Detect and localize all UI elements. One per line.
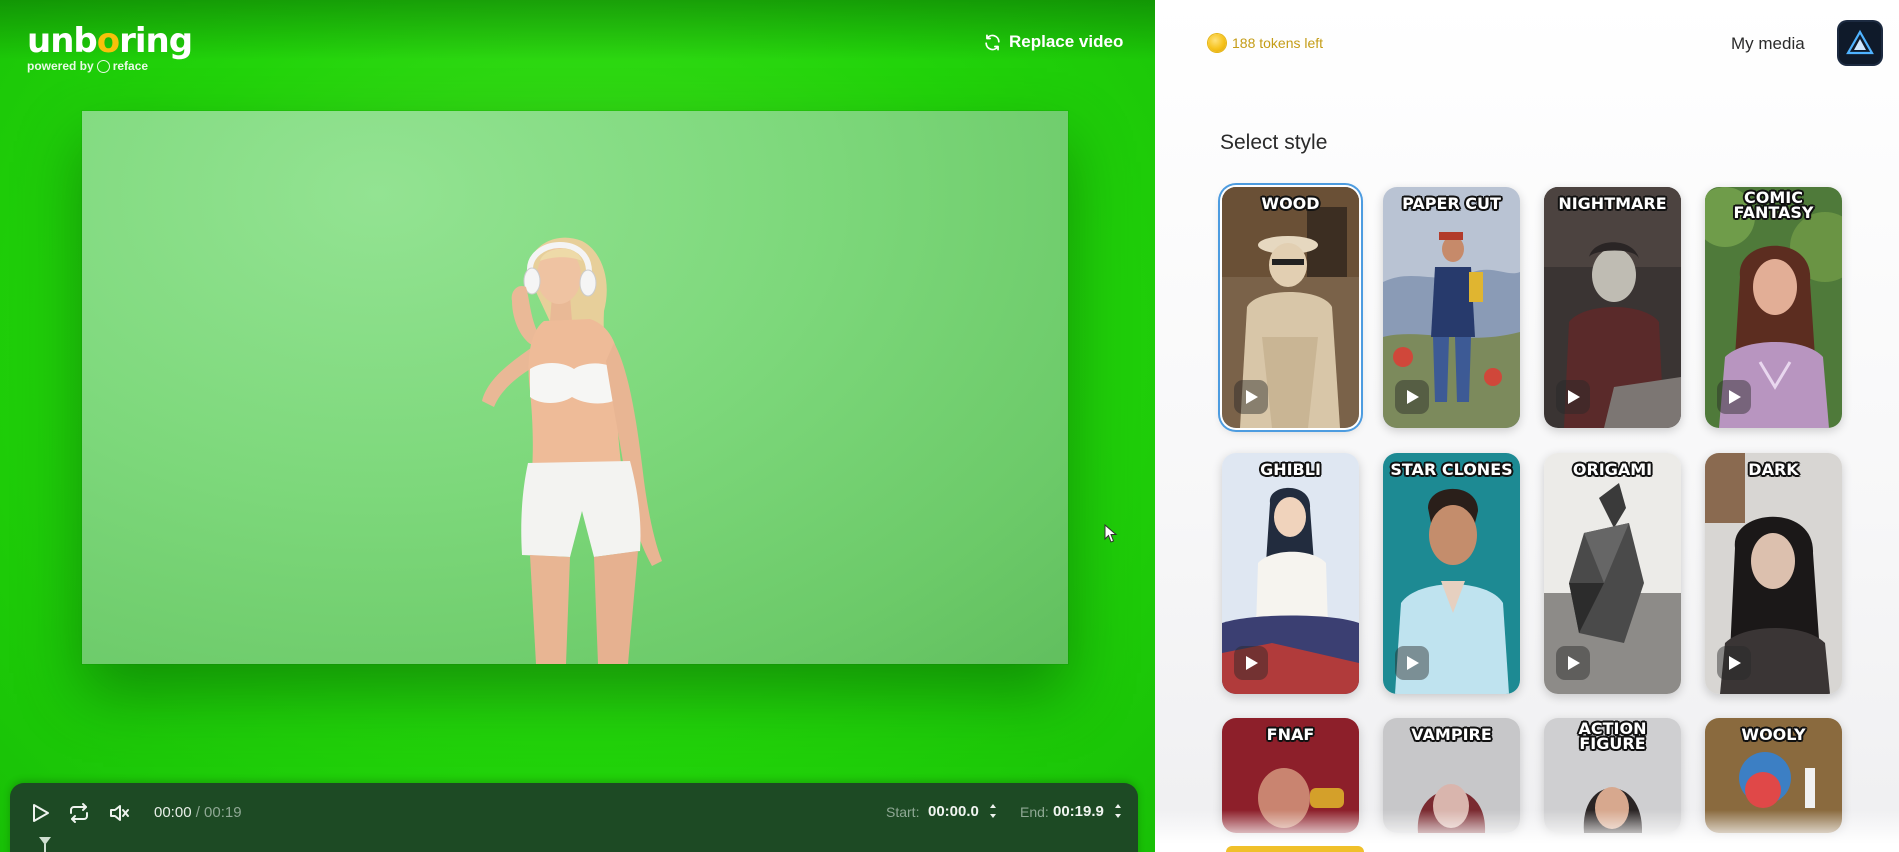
play-icon	[1246, 390, 1258, 404]
style-card-nightmare[interactable]: NIGHTMARE	[1544, 187, 1681, 428]
play-icon	[1407, 390, 1419, 404]
refresh-icon	[985, 34, 1000, 50]
play-icon	[1568, 390, 1580, 404]
play-preview-button[interactable]	[1234, 646, 1268, 680]
play-icon	[1729, 390, 1741, 404]
style-panel: 188 tokens left My media Select style WO…	[1155, 0, 1899, 852]
style-card-comic-fantasy[interactable]: COMIC FANTASY	[1705, 187, 1842, 428]
my-media-link[interactable]: My media	[1731, 34, 1805, 54]
end-label: End:	[1020, 804, 1049, 820]
next-row-peek	[1226, 846, 1364, 852]
start-label: Start:	[886, 804, 920, 820]
start-time-input[interactable]: 00:00.0	[928, 803, 979, 820]
play-icon	[1568, 656, 1580, 670]
style-card-label: DARK	[1748, 460, 1799, 479]
triangle-logo-icon	[1846, 29, 1874, 55]
logo-wordmark: unboring	[27, 21, 193, 61]
style-card-label: VAMPIRE	[1411, 725, 1492, 744]
timeline-playhead-line	[44, 844, 46, 852]
player-controls: 00:00 / 00:19 Start: 00:00.0 End: 00:19.…	[10, 783, 1138, 852]
end-time-input[interactable]: 00:19.9	[1053, 803, 1104, 820]
video-preview[interactable]	[82, 111, 1068, 664]
video-editor-pane: unboring powered by reface Replace video	[0, 0, 1155, 852]
style-card-label: WOOD	[1261, 194, 1320, 213]
play-icon	[1729, 656, 1741, 670]
play-preview-button[interactable]	[1717, 380, 1751, 414]
replace-video-label: Replace video	[1009, 32, 1124, 51]
replace-video-button[interactable]: Replace video	[983, 32, 1123, 52]
play-preview-button[interactable]	[1234, 380, 1268, 414]
current-time: 00:00	[154, 804, 192, 821]
style-card-label: ACTION FIGURE	[1578, 719, 1647, 753]
style-card-wood[interactable]: WOOD	[1222, 187, 1359, 428]
tokens-label: 188 tokens left	[1232, 35, 1324, 51]
end-stepper-icon[interactable]	[1113, 800, 1123, 822]
style-card-label: PAPER CUT	[1402, 194, 1501, 213]
mouse-cursor-icon	[1104, 524, 1118, 543]
play-icon	[1407, 656, 1419, 670]
coin-icon	[1208, 34, 1226, 52]
style-card-label: FNAF	[1266, 725, 1315, 744]
style-card-label: WOOLY	[1741, 725, 1806, 744]
play-preview-button[interactable]	[1395, 646, 1429, 680]
style-card-ghibli[interactable]: GHIBLI	[1222, 453, 1359, 694]
style-card-dark[interactable]: DARK	[1705, 453, 1842, 694]
volume-muted-icon[interactable]	[107, 801, 131, 825]
playback-time: 00:00 / 00:19	[154, 804, 242, 821]
avatar[interactable]	[1839, 22, 1881, 64]
reface-icon	[96, 59, 110, 73]
tokens-indicator: 188 tokens left	[1208, 34, 1323, 52]
loop-icon[interactable]	[67, 801, 91, 825]
style-card-paper-cut[interactable]: PAPER CUT	[1383, 187, 1520, 428]
play-preview-button[interactable]	[1556, 380, 1590, 414]
dancer-figure	[482, 237, 662, 664]
style-card-origami[interactable]: ORIGAMI	[1544, 453, 1681, 694]
start-stepper-icon[interactable]	[988, 800, 998, 822]
style-card-label: COMIC FANTASY	[1733, 188, 1814, 222]
play-icon[interactable]	[28, 801, 52, 825]
play-preview-button[interactable]	[1556, 646, 1590, 680]
play-preview-button[interactable]	[1717, 646, 1751, 680]
style-card-label: ORIGAMI	[1572, 460, 1653, 479]
style-card-label: STAR CLONES	[1390, 460, 1513, 479]
style-card-star-clones[interactable]: STAR CLONES	[1383, 453, 1520, 694]
play-icon	[1246, 656, 1258, 670]
logo-subtitle: powered by reface	[27, 59, 149, 73]
style-card-label: GHIBLI	[1260, 460, 1321, 479]
total-time: / 00:19	[195, 804, 242, 821]
style-card-label: NIGHTMARE	[1558, 194, 1667, 213]
select-style-heading: Select style	[1220, 131, 1328, 154]
app-logo[interactable]: unboring powered by reface	[27, 21, 193, 73]
play-preview-button[interactable]	[1395, 380, 1429, 414]
